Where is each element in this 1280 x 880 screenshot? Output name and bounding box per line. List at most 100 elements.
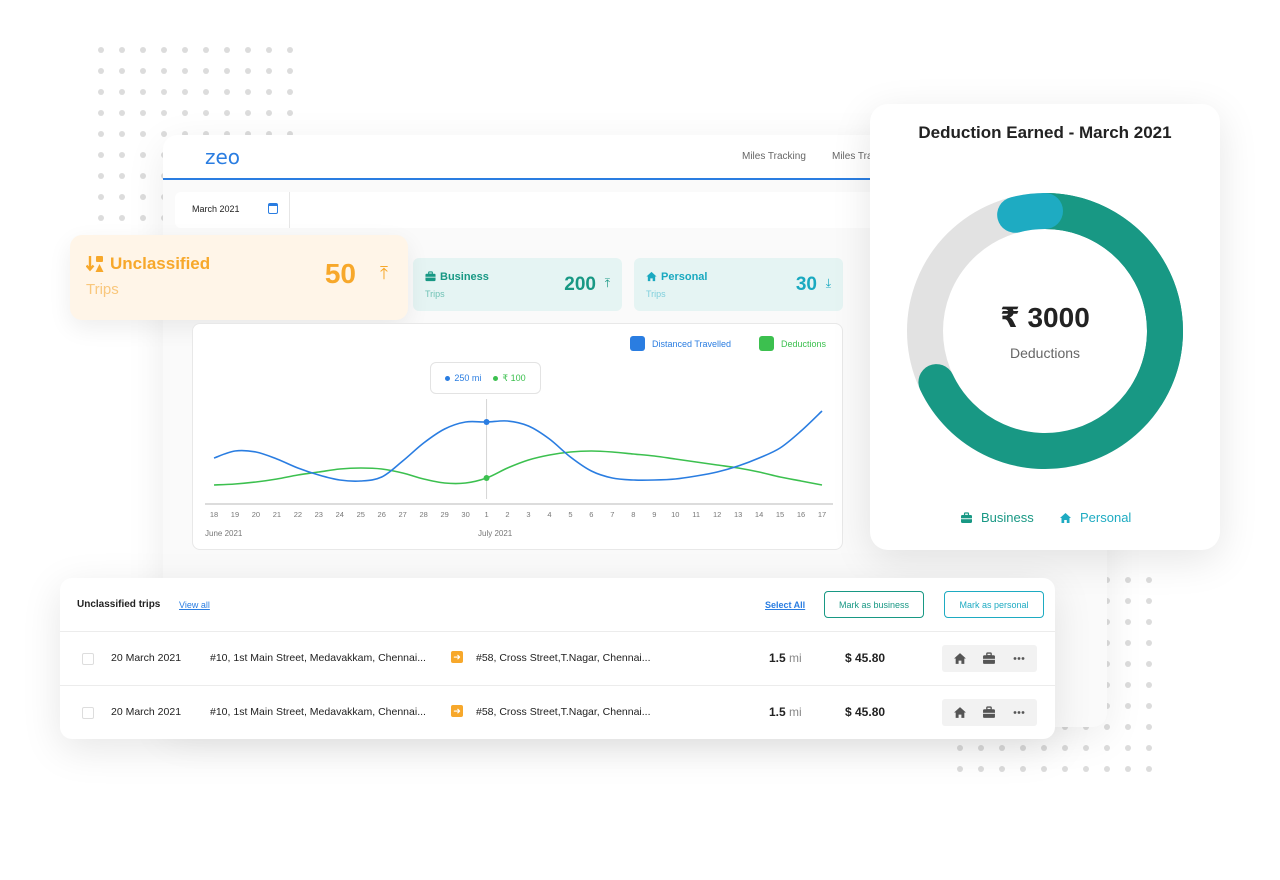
legend-distance[interactable]: Distanced Travelled: [630, 336, 731, 351]
decorative-dot: [140, 68, 146, 74]
more-icon[interactable]: [1012, 706, 1026, 719]
decorative-dot: [203, 68, 209, 74]
decorative-dot: [182, 89, 188, 95]
decorative-dot: [182, 110, 188, 116]
decorative-dot: [1125, 619, 1131, 625]
trip-destination: #58, Cross Street,T.Nagar, Chennai...: [476, 706, 651, 718]
decorative-dot: [140, 173, 146, 179]
decorative-dot: [266, 110, 272, 116]
nav-miles-tracking[interactable]: Miles Tracking: [742, 151, 806, 162]
decorative-dot: [978, 766, 984, 772]
personal-count: 30: [795, 274, 817, 295]
decorative-dot: [1146, 640, 1152, 646]
x-tick-label: 14: [755, 510, 763, 519]
decorative-dot: [1146, 703, 1152, 709]
decorative-dot: [1146, 766, 1152, 772]
business-trips-card[interactable]: Business Trips 200 ⤒: [413, 258, 622, 311]
x-tick-label: 10: [671, 510, 679, 519]
more-icon[interactable]: [1012, 652, 1026, 665]
tooltip-distance-dot: [445, 376, 451, 382]
trip-row[interactable]: 20 March 2021 #10, 1st Main Street, Meda…: [60, 631, 1055, 685]
decorative-dot: [266, 89, 272, 95]
decorative-dot: [119, 110, 125, 116]
decorative-dot: [1125, 640, 1131, 646]
decorative-dot: [999, 745, 1005, 751]
trip-destination: #58, Cross Street,T.Nagar, Chennai...: [476, 652, 651, 664]
x-tick-label: 24: [336, 510, 344, 519]
x-group-label-june: June 2021: [205, 529, 243, 538]
x-tick-label: 6: [589, 510, 593, 519]
decorative-dot: [1125, 703, 1131, 709]
tooltip-deduction: ₹ 100: [493, 372, 526, 384]
decorative-dot: [140, 131, 146, 137]
decorative-dot: [182, 68, 188, 74]
distance-hover-point[interactable]: [483, 419, 490, 425]
decorative-dot: [957, 745, 963, 751]
donut-segment-personal[interactable]: [997, 192, 1064, 233]
decorative-dot: [224, 68, 230, 74]
view-all-link[interactable]: View all: [179, 600, 210, 610]
decorative-dot: [1125, 724, 1131, 730]
trend-up-icon: ⤒: [604, 276, 610, 290]
briefcase-icon[interactable]: [982, 652, 996, 665]
trip-row[interactable]: 20 March 2021 #10, 1st Main Street, Meda…: [60, 685, 1055, 739]
x-tick-label: 7: [610, 510, 614, 519]
decorative-dot: [1125, 766, 1131, 772]
decorative-dot: [999, 766, 1005, 772]
month-picker[interactable]: March 2021: [175, 192, 290, 228]
legend-deductions[interactable]: Deductions: [759, 336, 826, 351]
decorative-dot: [224, 110, 230, 116]
decorative-dot: [140, 110, 146, 116]
decorative-dot: [287, 68, 293, 74]
decorative-dot: [140, 194, 146, 200]
trip-distance-unit: mi: [789, 705, 802, 719]
decorative-dot: [1020, 766, 1026, 772]
legend-distance-label: Distanced Travelled: [652, 338, 732, 349]
arrow-right-icon: ➜: [451, 705, 463, 717]
trip-distance: 1.5 mi: [769, 705, 802, 719]
deductions-hover-point[interactable]: [483, 475, 490, 481]
decorative-dot: [1104, 745, 1110, 751]
decorative-dot: [119, 131, 125, 137]
decorative-dot: [203, 89, 209, 95]
deduction-amount: ₹ 3000: [1000, 302, 1090, 333]
unclassified-count: 50: [324, 258, 356, 289]
decorative-dot: [1104, 724, 1110, 730]
trips-title: Unclassified trips: [77, 599, 161, 610]
x-tick-label: 9: [652, 510, 656, 519]
decorative-dot: [1146, 745, 1152, 751]
personal-trips-card[interactable]: Personal Trips 30 ⤓: [634, 258, 843, 311]
unclassified-trips-table: Unclassified trips View all Select All M…: [60, 578, 1055, 739]
decorative-dot: [161, 110, 167, 116]
decorative-dot: [98, 194, 104, 200]
decorative-dot: [119, 152, 125, 158]
row-checkbox[interactable]: [82, 707, 94, 719]
row-checkbox[interactable]: [82, 653, 94, 665]
decorative-dot: [119, 173, 125, 179]
decorative-dot: [98, 110, 104, 116]
tooltip-deduction-value: ₹ 100: [502, 372, 526, 383]
decorative-dot: [266, 47, 272, 53]
decorative-dot: [1125, 745, 1131, 751]
x-group-label-july: July 2021: [478, 529, 513, 538]
home-icon: [1060, 512, 1071, 523]
mark-as-business-button[interactable]: Mark as business: [824, 591, 924, 618]
home-icon[interactable]: [953, 706, 967, 719]
decorative-dot: [98, 89, 104, 95]
x-tick-label: 20: [252, 510, 260, 519]
select-all-link[interactable]: Select All: [765, 600, 805, 610]
donut-legend-business[interactable]: Business: [960, 510, 1034, 525]
mark-as-personal-button[interactable]: Mark as personal: [944, 591, 1044, 618]
calendar-icon[interactable]: [268, 203, 278, 214]
zeo-logo[interactable]: zeo: [205, 145, 240, 169]
home-icon[interactable]: [953, 652, 967, 665]
decorative-dot: [1125, 682, 1131, 688]
x-tick-label: 21: [273, 510, 281, 519]
decorative-dot: [1041, 745, 1047, 751]
trip-distance-unit: mi: [789, 651, 802, 665]
decorative-dot: [1125, 661, 1131, 667]
briefcase-icon[interactable]: [982, 706, 996, 719]
unclassified-trips-card[interactable]: Unclassified Trips 50 ⤒: [70, 235, 408, 320]
decorative-dot: [224, 89, 230, 95]
donut-legend-personal[interactable]: Personal: [1059, 510, 1131, 525]
